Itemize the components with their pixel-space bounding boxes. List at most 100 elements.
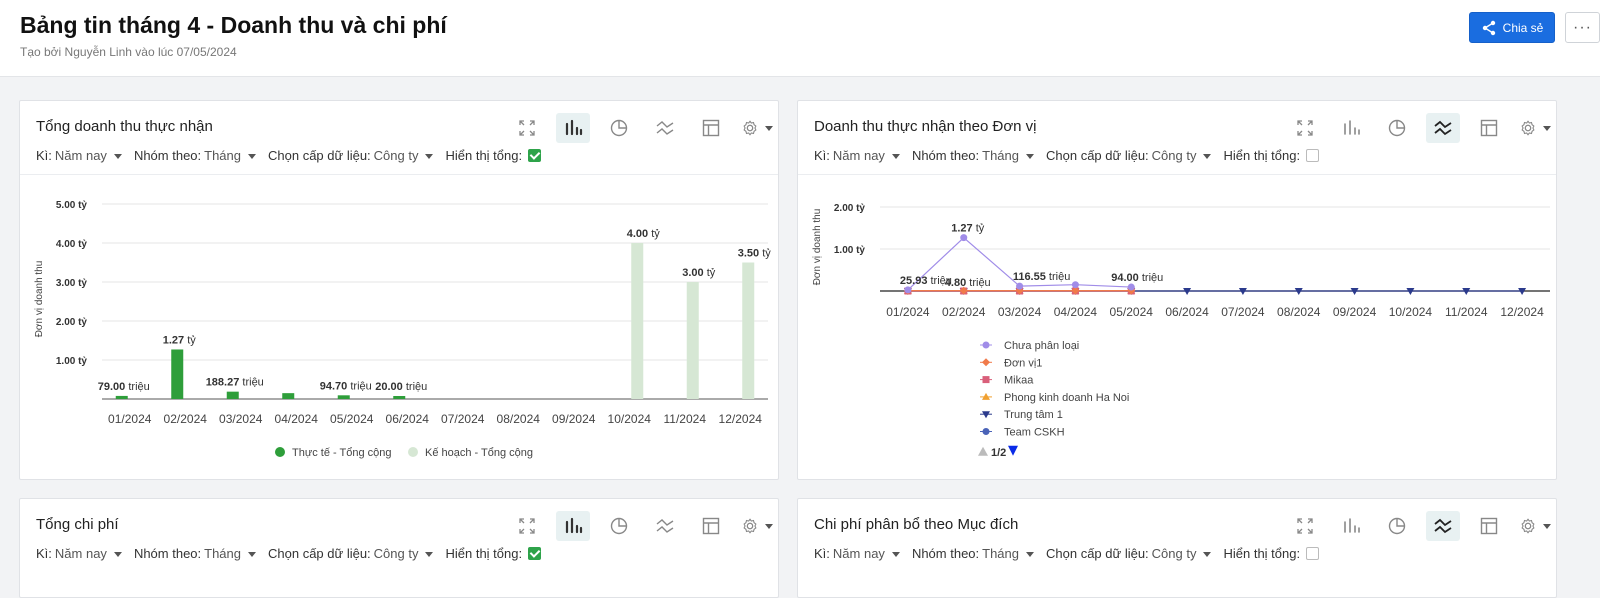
bar-actual (115, 395, 128, 399)
group-filter[interactable]: Nhóm theo: Tháng (134, 546, 257, 561)
line-chart-button[interactable] (648, 511, 682, 541)
show-total-checkbox[interactable] (1306, 547, 1320, 560)
fullscreen-button[interactable] (1288, 511, 1322, 541)
data-label-num: 3.50 (738, 248, 759, 260)
x-tick-label: 10/2024 (1389, 305, 1433, 319)
group-filter[interactable]: Nhóm theo: Tháng (912, 148, 1035, 163)
legend-prev-page-icon (978, 446, 988, 456)
card-title: Tổng doanh thu thực nhận (36, 118, 213, 135)
legend-label: Mikaa (1004, 375, 1034, 387)
line-chart-button[interactable] (1426, 511, 1460, 541)
bar-actual (171, 349, 184, 399)
share-button[interactable]: Chia sẻ (1469, 12, 1555, 43)
pie-chart-button[interactable] (1380, 113, 1414, 143)
fullscreen-button[interactable] (1288, 113, 1322, 143)
table-view-button[interactable] (1472, 113, 1506, 143)
show-total-filter: Hiển thị tổng: (445, 148, 542, 163)
more-icon: ··· (1573, 18, 1592, 36)
chevron-down-icon (425, 153, 434, 159)
period-filter[interactable]: Kì: Năm nay (36, 148, 122, 163)
x-tick-label: 11/2024 (664, 412, 707, 426)
settings-button[interactable] (1518, 511, 1552, 541)
legend-marker (982, 341, 990, 349)
bar-chart-button[interactable] (1334, 511, 1368, 541)
line-chart-icon (1434, 120, 1452, 136)
chevron-down-icon (113, 153, 122, 159)
data-level-filter[interactable]: Chọn cấp dữ liệu: Công ty (1046, 546, 1212, 561)
fullscreen-button[interactable] (510, 511, 544, 541)
data-label-unit: tỷ (651, 228, 660, 240)
chevron-down-icon (1543, 524, 1551, 529)
show-total-checkbox[interactable] (528, 547, 542, 560)
legend-marker (408, 447, 418, 457)
show-total-checkbox[interactable] (528, 149, 542, 162)
legend-label: Kế hoạch - Tổng cộng (425, 447, 533, 459)
settings-button[interactable] (740, 511, 774, 541)
data-label: 188.27 triệu (206, 377, 264, 389)
period-filter[interactable]: Kì: Năm nay (814, 546, 900, 561)
data-label-num: 1.27 (163, 334, 184, 346)
legend-label: Team CSKH (1004, 427, 1065, 439)
data-level-filter[interactable]: Chọn cấp dữ liệu: Công ty (268, 546, 434, 561)
data-label-num: 25.93 (900, 275, 928, 287)
period-filter[interactable]: Kì: Năm nay (36, 546, 122, 561)
gear-icon (1521, 518, 1535, 534)
data-level-filter[interactable]: Chọn cấp dữ liệu: Công ty (1046, 148, 1212, 163)
settings-button[interactable] (1518, 113, 1552, 143)
page-title: Bảng tin tháng 4 - Doanh thu và chi phí (20, 12, 447, 38)
show-total-filter: Hiển thị tổng: (1223, 546, 1320, 561)
table-view-button[interactable] (694, 113, 728, 143)
data-label-unit: triệu (1049, 271, 1070, 283)
data-point (1016, 282, 1024, 290)
table-icon (1480, 119, 1498, 137)
bar-chart-icon (1344, 120, 1360, 135)
y-axis-label: Đơn vị doanh thu (812, 209, 823, 286)
chevron-down-icon (1203, 153, 1212, 159)
group-filter[interactable]: Nhóm theo: Tháng (912, 546, 1035, 561)
data-label-num: 4.80 (945, 277, 966, 289)
show-total-checkbox[interactable] (1306, 149, 1320, 162)
data-point (904, 286, 912, 294)
pie-chart-button[interactable] (602, 113, 636, 143)
more-options-button[interactable]: ··· (1565, 12, 1600, 43)
data-level-filter[interactable]: Chọn cấp dữ liệu: Công ty (268, 148, 434, 163)
bar-chart-button[interactable] (556, 511, 590, 541)
data-label: 4.00 tỷ (627, 228, 661, 240)
table-view-button[interactable] (1472, 511, 1506, 541)
pie-chart-button[interactable] (1380, 511, 1414, 541)
data-label: 116.55 triệu (1013, 271, 1071, 283)
settings-button[interactable] (740, 113, 774, 143)
legend-label: Thực tế - Tổng cộng (292, 447, 392, 459)
bar-plan (742, 262, 755, 399)
pie-chart-button[interactable] (602, 511, 636, 541)
chevron-down-icon (765, 524, 773, 529)
bar-chart-button[interactable] (1334, 113, 1368, 143)
page-subtitle: Tạo bởi Nguyễn Linh vào lúc 07/05/2024 (20, 45, 237, 59)
legend-page-indicator: 1/2 (991, 447, 1006, 459)
chevron-down-icon (891, 153, 900, 159)
expand-icon (1297, 518, 1313, 534)
revenue-by-unit-line-chart: 1.00 tỷ 2.00 tỷ Đơn vị doanh thu 01/2024 02/… (812, 203, 1550, 459)
period-filter[interactable]: Kì: Năm nay (814, 148, 900, 163)
x-tick-label: 04/2024 (1054, 305, 1098, 319)
data-label: 1.27 tỷ (163, 334, 197, 346)
data-label: 79.00 triệu (98, 381, 150, 393)
line-chart-icon (1434, 518, 1452, 534)
line-chart-button[interactable] (648, 113, 682, 143)
bar-chart-button[interactable] (556, 113, 590, 143)
legend-marker (982, 428, 990, 435)
data-label-unit: tỷ (762, 248, 771, 260)
group-filter[interactable]: Nhóm theo: Tháng (134, 148, 257, 163)
line-chart-button[interactable] (1426, 113, 1460, 143)
legend-label: Chưa phân loại (1004, 340, 1079, 352)
pie-chart-icon (610, 119, 628, 137)
legend-next-page-icon (1008, 445, 1018, 456)
card-title: Doanh thu thực nhận theo Đơn vị (814, 118, 1037, 135)
data-label: 94.70 triệu (320, 380, 372, 392)
bar-actual (282, 393, 295, 399)
table-view-button[interactable] (694, 511, 728, 541)
fullscreen-button[interactable] (510, 113, 544, 143)
x-tick-label: 01/2024 (108, 412, 152, 426)
data-label: 94.00 triệu (1111, 272, 1163, 284)
data-label-unit: triệu (350, 380, 371, 392)
